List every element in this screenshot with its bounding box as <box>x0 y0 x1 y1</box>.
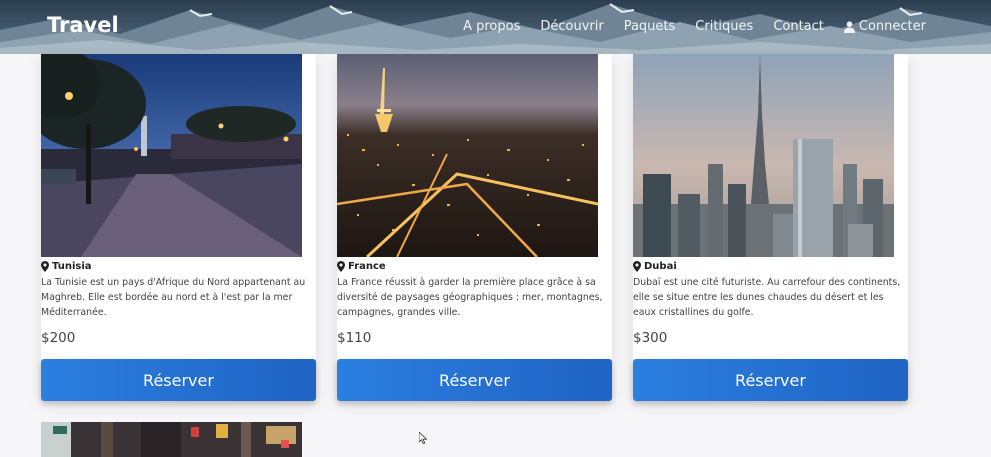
card-price: $110 <box>337 330 372 346</box>
destination-card-tunisia: Tunisia La Tunisie est un pays d'Afrique… <box>41 54 316 401</box>
user-icon <box>843 20 855 33</box>
reserve-button[interactable]: Réserver <box>41 359 316 401</box>
reserve-button[interactable]: Réserver <box>337 359 612 401</box>
reserve-button[interactable]: Réserver <box>633 359 908 401</box>
travel-page: Travel A propos Découvrir Paquets Critiq… <box>0 0 991 457</box>
dubai-photo <box>633 54 894 257</box>
nav-link-contact[interactable]: Contact <box>773 19 824 34</box>
mouse-cursor-icon <box>419 432 427 444</box>
destination-card-dubai: Dubai Dubaï est une cité futuriste. Au c… <box>633 54 908 401</box>
nav-link-critiques[interactable]: Critiques <box>695 19 753 34</box>
nav-link-connecter[interactable]: Connecter <box>843 19 926 34</box>
brand-logo[interactable]: Travel <box>47 13 119 37</box>
card-place: France <box>337 261 386 272</box>
card-place: Tunisia <box>41 261 92 272</box>
map-pin-icon <box>337 261 345 272</box>
card-place-name: France <box>348 261 386 272</box>
card-description: Dubaï est une cité futuriste. Au carrefo… <box>633 277 901 318</box>
tunisia-photo <box>41 54 302 257</box>
nav-link-paquets[interactable]: Paquets <box>624 19 676 34</box>
card-place-name: Tunisia <box>52 261 92 272</box>
card-price: $200 <box>41 330 76 346</box>
card-description: La France réussit à garder la première p… <box>337 277 603 318</box>
card-place: Dubai <box>633 261 677 272</box>
site-header: Travel A propos Découvrir Paquets Critiq… <box>0 0 991 54</box>
main-nav: A propos Découvrir Paquets Critiques Con… <box>463 19 926 34</box>
card-price: $300 <box>633 330 668 346</box>
nav-link-decouvrir[interactable]: Découvrir <box>540 19 603 34</box>
card-place-name: Dubai <box>644 261 677 272</box>
map-pin-icon <box>41 261 49 272</box>
france-photo <box>337 54 598 257</box>
card-description: La Tunisie est un pays d'Afrique du Nord… <box>41 277 306 318</box>
destination-card-france: France La France réussit à garder la pre… <box>337 54 612 401</box>
destination-card-next-photo <box>41 422 302 457</box>
nav-link-a-propos[interactable]: A propos <box>463 19 520 34</box>
nav-link-connecter-label: Connecter <box>858 19 926 34</box>
map-pin-icon <box>633 261 641 272</box>
